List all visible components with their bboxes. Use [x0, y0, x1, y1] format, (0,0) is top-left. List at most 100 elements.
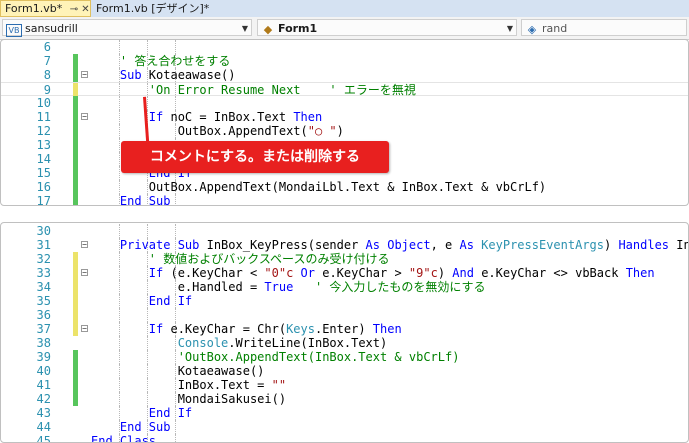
code-line[interactable]: 35 End If: [1, 294, 688, 308]
code-text[interactable]: If (e.KeyChar < "0"c Or e.KeyChar > "9"c…: [91, 266, 655, 280]
code-line[interactable]: 37 − If e.KeyChar = Chr(Keys.Enter) Then: [1, 322, 688, 336]
code-token: InBox.Text =: [91, 378, 272, 392]
collapse-icon[interactable]: −: [81, 325, 88, 333]
member-label: rand: [542, 22, 568, 35]
code-text[interactable]: Console.WriteLine(InBox.Text): [91, 336, 388, 350]
indent-guide: [119, 308, 121, 322]
code-text[interactable]: ' 数値およびバックスペースのみ受け付ける: [91, 252, 390, 266]
pin-close-icon[interactable]: ⊸ ✕: [70, 4, 90, 15]
code-line[interactable]: 43 End If: [1, 406, 688, 420]
code-token: (e.KeyChar <: [170, 266, 265, 280]
code-line[interactable]: 10: [1, 96, 688, 110]
line-number: 40: [36, 364, 51, 378]
indent-guide: [147, 40, 149, 54]
code-text[interactable]: End If: [91, 294, 192, 308]
code-token: Kotaeawase(): [91, 364, 265, 378]
code-text[interactable]: End Sub: [91, 194, 171, 205]
code-token: Console: [91, 336, 229, 350]
tab-label: Form1.vb*: [5, 2, 63, 15]
code-text[interactable]: e.Handled = True ' 今入力したものを無効にする: [91, 280, 486, 294]
code-editor-bottom[interactable]: 30 31 − Private Sub InBox_KeyPress(sender …: [0, 222, 689, 443]
saved-change-marker: [73, 54, 78, 68]
saved-change-marker: [73, 68, 78, 82]
code-line[interactable]: 9 'On Error Resume Next ' エラーを無視: [1, 82, 688, 97]
tab-form1-designer[interactable]: Form1.vb [デザイン]*: [92, 0, 213, 17]
code-line[interactable]: 17 End Sub: [1, 194, 688, 205]
code-token: e.Handled =: [91, 280, 265, 294]
unsaved-change-marker: [73, 308, 78, 322]
unsaved-change-marker: [73, 322, 78, 336]
code-line[interactable]: 42 MondaiSakusei(): [1, 392, 688, 406]
code-token: OutBox.AppendText(MondaiLbl.Text & InBox…: [91, 180, 547, 194]
code-text[interactable]: OutBox.AppendText("○ "): [91, 124, 344, 138]
class-dropdown[interactable]: ◆ Form1 ▼: [257, 19, 517, 36]
code-line[interactable]: 44 End Sub: [1, 420, 688, 434]
line-number: 14: [36, 152, 51, 166]
line-number: 12: [36, 124, 51, 138]
code-text[interactable]: Private Sub InBox_KeyPress(sender As Obj…: [91, 238, 688, 252]
saved-change-marker: [73, 110, 78, 124]
code-line[interactable]: 32 ' 数値およびバックスペースのみ受け付ける: [1, 252, 688, 266]
field-icon: ◈: [527, 23, 537, 36]
project-dropdown[interactable]: VB sansudrill ▼: [2, 19, 252, 37]
code-token: End If: [91, 294, 193, 308]
code-text[interactable]: MondaiSakusei(): [91, 392, 286, 406]
tab-form1-vb[interactable]: Form1.vb* ⊸ ✕: [0, 0, 91, 17]
code-text[interactable]: 'On Error Resume Next ' エラーを無視: [91, 83, 416, 97]
line-number: 30: [36, 224, 51, 238]
code-token: .WriteLine(InBox.Text): [228, 336, 388, 350]
code-line[interactable]: 8 − Sub Kotaeawase(): [1, 68, 688, 82]
code-editor-top[interactable]: 67 ' 答え合わせをする 8− Sub Kotaeawase() 9 'On Er…: [0, 39, 689, 206]
code-line[interactable]: 31 − Private Sub InBox_KeyPress(sender As…: [1, 238, 688, 252]
line-number: 6: [43, 40, 51, 54]
code-token: Handles: [618, 238, 677, 252]
code-token: If: [91, 266, 171, 280]
code-token: Then: [372, 322, 402, 336]
collapse-icon[interactable]: −: [81, 241, 88, 249]
code-line[interactable]: 36: [1, 308, 688, 322]
code-text[interactable]: 'OutBox.AppendText(InBox.Text & vbCrLf): [91, 350, 460, 364]
code-text[interactable]: If e.KeyChar = Chr(Keys.Enter) Then: [91, 322, 402, 336]
code-token: And: [452, 266, 482, 280]
code-text[interactable]: End Class: [91, 434, 156, 442]
code-text[interactable]: End If: [91, 406, 192, 420]
code-text[interactable]: ' 答え合わせをする: [91, 54, 230, 68]
saved-change-marker: [73, 166, 78, 180]
code-line[interactable]: 7 ' 答え合わせをする: [1, 54, 688, 68]
code-line[interactable]: 6: [1, 40, 688, 54]
code-token: ): [437, 266, 453, 280]
code-line[interactable]: 45 End Class: [1, 434, 688, 443]
code-token: e.KeyChar >: [322, 266, 409, 280]
indent-guide: [175, 96, 177, 110]
code-line[interactable]: 12 OutBox.AppendText("○ "): [1, 124, 688, 138]
code-text[interactable]: Kotaeawase(): [91, 364, 265, 378]
code-line[interactable]: 40 Kotaeawase(): [1, 364, 688, 378]
code-line[interactable]: 38 Console.WriteLine(InBox.Text): [1, 336, 688, 350]
collapse-icon[interactable]: −: [81, 71, 88, 79]
line-number: 45: [36, 434, 51, 443]
code-line[interactable]: 41 InBox.Text = "": [1, 378, 688, 392]
code-token: Keys: [286, 322, 315, 336]
code-line[interactable]: 39 'OutBox.AppendText(InBox.Text & vbCrL…: [1, 350, 688, 364]
code-token: Or: [293, 266, 323, 280]
line-number: 15: [36, 166, 51, 180]
code-text[interactable]: Sub Kotaeawase(): [91, 68, 236, 82]
line-number: 33: [36, 266, 51, 280]
code-text[interactable]: InBox.Text = "": [91, 378, 286, 392]
code-line[interactable]: 11 − If noC = InBox.Text Then: [1, 110, 688, 124]
member-dropdown[interactable]: ◈ rand: [521, 19, 687, 36]
collapse-icon[interactable]: −: [81, 113, 88, 121]
unsaved-change-marker: [73, 266, 78, 280]
indent-guide: [119, 40, 121, 54]
code-line[interactable]: 16 OutBox.AppendText(MondaiLbl.Text & In…: [1, 180, 688, 194]
code-text[interactable]: OutBox.AppendText(MondaiLbl.Text & InBox…: [91, 180, 546, 194]
callout-annotation: コメントにする。または削除する: [121, 141, 389, 173]
line-number: 16: [36, 180, 51, 194]
collapse-icon[interactable]: −: [81, 269, 88, 277]
code-text[interactable]: If noC = InBox.Text Then: [91, 110, 322, 124]
code-line[interactable]: 30: [1, 224, 688, 238]
code-line[interactable]: 34 e.Handled = True ' 今入力したものを無効にする: [1, 280, 688, 294]
code-line[interactable]: 33 − If (e.KeyChar < "0"c Or e.KeyChar > …: [1, 266, 688, 280]
code-text[interactable]: End Sub: [91, 420, 171, 434]
vb-project-icon: VB: [6, 24, 22, 37]
